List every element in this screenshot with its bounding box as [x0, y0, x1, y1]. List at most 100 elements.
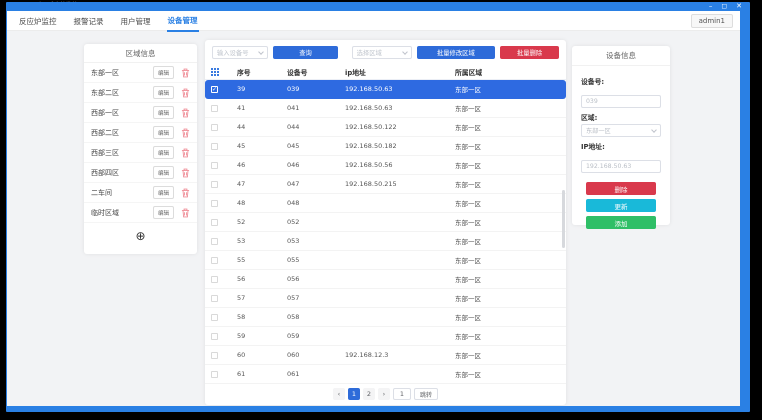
- page-next-button[interactable]: ›: [378, 388, 390, 400]
- row-checkbox[interactable]: ✓: [211, 200, 218, 207]
- page-jump-input[interactable]: [393, 388, 411, 400]
- cell-serial: 60: [237, 351, 287, 359]
- page-button-1[interactable]: 1: [348, 388, 360, 400]
- region-field[interactable]: 东部一区: [581, 124, 661, 137]
- trash-icon[interactable]: [181, 168, 190, 178]
- row-checkbox[interactable]: ✓: [211, 257, 218, 264]
- row-checkbox[interactable]: ✓: [211, 105, 218, 112]
- trash-icon[interactable]: [181, 68, 190, 78]
- region-select[interactable]: 选择区域: [352, 46, 412, 59]
- cell-ip: 192.168.50.56: [345, 161, 455, 169]
- trash-icon[interactable]: [181, 128, 190, 138]
- table-row[interactable]: ✓ 61 061 东部一区: [205, 365, 566, 384]
- tab-user-management[interactable]: 用户管理: [120, 11, 152, 31]
- batch-modify-region-button[interactable]: 批量修改区域: [417, 46, 496, 59]
- cell-serial: 56: [237, 275, 287, 283]
- region-list-item[interactable]: 东部二区 编辑: [84, 83, 197, 103]
- row-checkbox[interactable]: ✓: [211, 295, 218, 302]
- trash-icon[interactable]: [181, 188, 190, 198]
- row-checkbox[interactable]: ✓: [211, 219, 218, 226]
- table-row[interactable]: ✓ 60 060 192.168.12.3 东部一区: [205, 346, 566, 365]
- jump-button[interactable]: 跳转: [414, 388, 438, 400]
- table-row[interactable]: ✓ 55 055 东部一区: [205, 251, 566, 270]
- cell-ip: 192.168.50.63: [345, 104, 455, 112]
- row-checkbox[interactable]: ✓: [211, 352, 218, 359]
- row-checkbox[interactable]: ✓: [211, 143, 218, 150]
- cell-device: 044: [287, 123, 345, 131]
- table-row[interactable]: ✓ 47 047 192.168.50.215 东部一区: [205, 175, 566, 194]
- user-badge[interactable]: admin1: [691, 14, 733, 28]
- table-row[interactable]: ✓ 53 053 东部一区: [205, 232, 566, 251]
- cell-region: 东部一区: [455, 255, 560, 265]
- table-row[interactable]: ✓ 46 046 192.168.50.56 东部一区: [205, 156, 566, 175]
- region-edit-button[interactable]: 编辑: [153, 166, 174, 179]
- table-row[interactable]: ✓ 39 039 192.168.50.63 东部一区: [205, 80, 566, 99]
- region-edit-button[interactable]: 编辑: [153, 186, 174, 199]
- row-checkbox[interactable]: ✓: [211, 314, 218, 321]
- row-checkbox[interactable]: ✓: [211, 276, 218, 283]
- region-edit-button[interactable]: 编辑: [153, 206, 174, 219]
- trash-icon[interactable]: [181, 108, 190, 118]
- row-checkbox[interactable]: ✓: [211, 86, 218, 93]
- region-name: 二车间: [91, 188, 153, 198]
- cell-serial: 48: [237, 199, 287, 207]
- query-button[interactable]: 查询: [273, 46, 337, 59]
- table-row[interactable]: ✓ 59 059 东部一区: [205, 327, 566, 346]
- table-row[interactable]: ✓ 44 044 192.168.50.122 东部一区: [205, 118, 566, 137]
- device-number-select[interactable]: 输入设备号: [212, 46, 268, 59]
- add-region-button[interactable]: ⊕: [135, 230, 145, 242]
- table-row[interactable]: ✓ 45 045 192.168.50.182 东部一区: [205, 137, 566, 156]
- device-number-field[interactable]: [581, 95, 661, 108]
- row-checkbox[interactable]: ✓: [211, 333, 218, 340]
- region-edit-button[interactable]: 编辑: [153, 66, 174, 79]
- close-icon[interactable]: ✕: [736, 2, 742, 11]
- region-panel-title: 区域信息: [84, 44, 197, 63]
- tab-reactor-monitor[interactable]: 反应炉监控: [18, 11, 58, 31]
- region-list-item[interactable]: 西部四区 编辑: [84, 163, 197, 183]
- region-edit-button[interactable]: 编辑: [153, 126, 174, 139]
- region-list-item[interactable]: 西部二区 编辑: [84, 123, 197, 143]
- add-button[interactable]: 添加: [586, 216, 656, 229]
- header-device: 设备号: [287, 67, 345, 77]
- minimize-icon[interactable]: –: [709, 2, 713, 11]
- table-row[interactable]: ✓ 58 058 东部一区: [205, 308, 566, 327]
- region-list-item[interactable]: 西部一区 编辑: [84, 103, 197, 123]
- region-edit-button[interactable]: 编辑: [153, 106, 174, 119]
- table-row[interactable]: ✓ 48 048 东部一区: [205, 194, 566, 213]
- row-checkbox[interactable]: ✓: [211, 238, 218, 245]
- table-row[interactable]: ✓ 56 056 东部一区: [205, 270, 566, 289]
- region-name: 西部三区: [91, 148, 153, 158]
- region-list-item[interactable]: 东部一区 编辑: [84, 63, 197, 83]
- row-checkbox[interactable]: ✓: [211, 162, 218, 169]
- page-prev-button[interactable]: ‹: [333, 388, 345, 400]
- table-toolbar: 输入设备号 查询 选择区域 批量修改区域 批量删除: [205, 40, 566, 64]
- device-number-label: 设备号:: [581, 76, 661, 86]
- grid-icon[interactable]: [211, 68, 219, 76]
- region-list-item[interactable]: 二车间 编辑: [84, 183, 197, 203]
- delete-button[interactable]: 删除: [586, 182, 656, 195]
- region-list-item[interactable]: 临时区域 编辑: [84, 203, 197, 223]
- update-button[interactable]: 更新: [586, 199, 656, 212]
- row-checkbox[interactable]: ✓: [211, 371, 218, 378]
- page-button-2[interactable]: 2: [363, 388, 375, 400]
- trash-icon[interactable]: [181, 88, 190, 98]
- cell-device: 060: [287, 351, 345, 359]
- row-checkbox[interactable]: ✓: [211, 124, 218, 131]
- tab-device-management[interactable]: 设备管理: [167, 11, 199, 32]
- ip-field[interactable]: [581, 160, 661, 173]
- table-row[interactable]: ✓ 57 057 东部一区: [205, 289, 566, 308]
- trash-icon[interactable]: [181, 208, 190, 218]
- tab-alarm-records[interactable]: 报警记录: [73, 11, 105, 31]
- scrollbar[interactable]: [562, 190, 565, 248]
- table-row[interactable]: ✓ 41 041 192.168.50.63 东部一区: [205, 99, 566, 118]
- trash-icon[interactable]: [181, 148, 190, 158]
- table-header: 序号 设备号 ip地址 所属区域: [205, 64, 566, 80]
- cell-region: 东部一区: [455, 84, 560, 94]
- maximize-icon[interactable]: ◻: [721, 2, 727, 11]
- row-checkbox[interactable]: ✓: [211, 181, 218, 188]
- region-edit-button[interactable]: 编辑: [153, 86, 174, 99]
- region-list-item[interactable]: 西部三区 编辑: [84, 143, 197, 163]
- region-edit-button[interactable]: 编辑: [153, 146, 174, 159]
- batch-delete-button[interactable]: 批量删除: [500, 46, 559, 59]
- table-row[interactable]: ✓ 52 052 东部一区: [205, 213, 566, 232]
